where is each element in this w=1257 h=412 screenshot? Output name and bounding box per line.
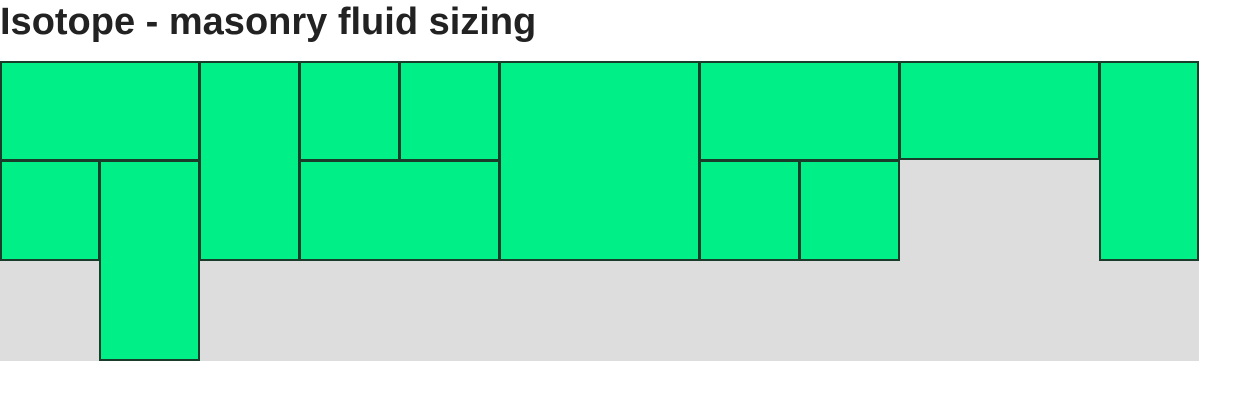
grid-item[interactable] (399, 61, 500, 161)
grid-item[interactable] (0, 160, 100, 261)
grid-item[interactable] (299, 61, 400, 161)
page-title: Isotope - masonry fluid sizing (0, 1, 537, 43)
grid-item[interactable] (699, 160, 800, 261)
grid-item[interactable] (899, 61, 1100, 160)
grid-item[interactable] (1099, 61, 1199, 261)
grid-item[interactable] (99, 160, 200, 361)
grid-item[interactable] (499, 61, 700, 261)
grid-item[interactable] (799, 160, 900, 261)
grid-item[interactable] (699, 61, 900, 161)
grid-item[interactable] (199, 61, 300, 261)
grid-item[interactable] (299, 160, 500, 261)
grid-item[interactable] (0, 61, 200, 161)
masonry-grid (0, 61, 1199, 361)
